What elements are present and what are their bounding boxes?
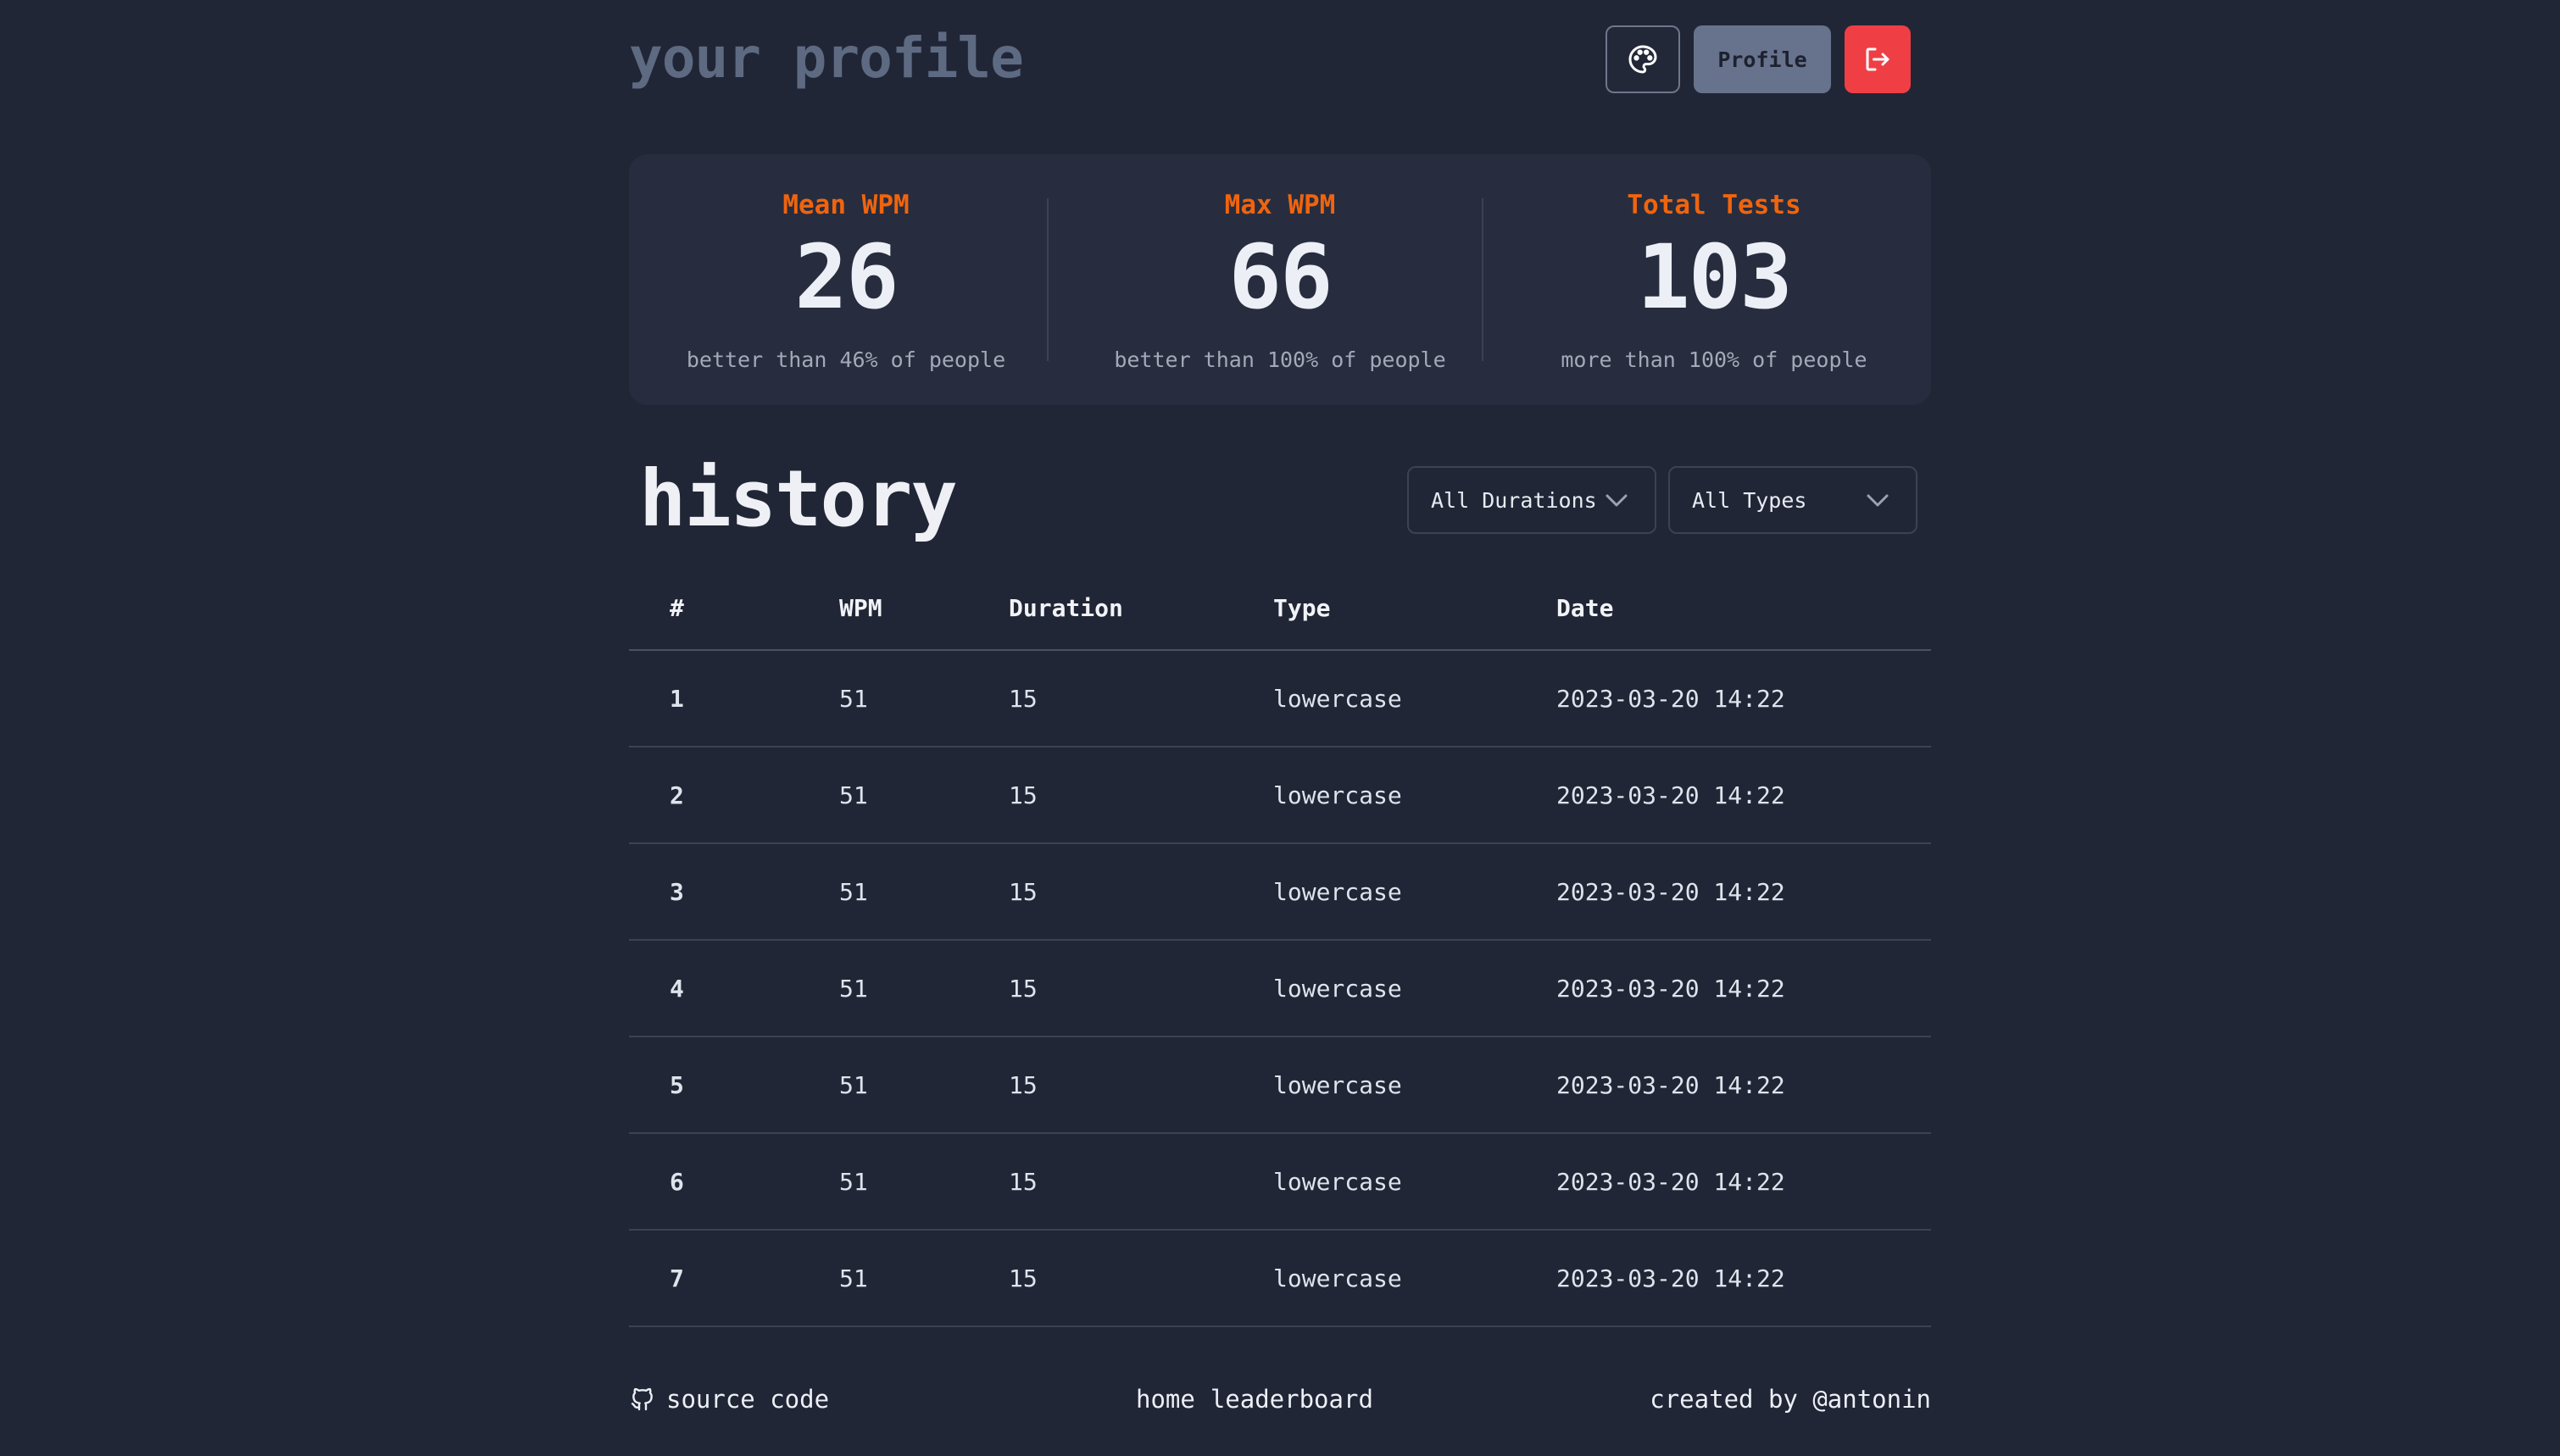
cell-wpm: 51 — [839, 1167, 868, 1196]
cell-date: 2023-03-20 14:22 — [1556, 1167, 1785, 1196]
cell-duration: 15 — [1009, 1070, 1038, 1099]
palette-icon — [1628, 45, 1657, 74]
cell-num: 1 — [670, 684, 684, 713]
cell-duration: 15 — [1009, 974, 1038, 1003]
type-filter-select[interactable]: All Types — [1668, 466, 1917, 534]
stats-card: Mean WPM 26 better than 46% of people Ma… — [629, 154, 1931, 405]
cell-type: lowercase — [1273, 1070, 1402, 1099]
history-table: # WPM Duration Type Date 1 51 15 lowerca… — [629, 566, 1931, 1327]
table-row: 5 51 15 lowercase 2023-03-20 14:22 — [629, 1037, 1931, 1134]
cell-duration: 15 — [1009, 1264, 1038, 1292]
stat-divider — [1047, 198, 1049, 361]
column-header-num: # — [670, 593, 684, 622]
column-header-duration: Duration — [1009, 593, 1123, 622]
cell-num: 2 — [670, 781, 684, 809]
stat-value: 103 — [1637, 225, 1793, 329]
cell-type: lowercase — [1273, 684, 1402, 713]
cell-wpm: 51 — [839, 781, 868, 809]
cell-duration: 15 — [1009, 781, 1038, 809]
nav-home-link[interactable]: home — [1136, 1385, 1195, 1414]
table-row: 7 51 15 lowercase 2023-03-20 14:22 — [629, 1231, 1931, 1327]
stat-value: 66 — [1228, 225, 1333, 329]
table-row: 3 51 15 lowercase 2023-03-20 14:22 — [629, 844, 1931, 941]
cell-wpm: 51 — [839, 974, 868, 1003]
stat-total-tests: Total Tests 103 more than 100% of people — [1497, 154, 1931, 405]
stat-label: Total Tests — [1627, 190, 1801, 220]
cell-duration: 15 — [1009, 877, 1038, 906]
table-body: 1 51 15 lowercase 2023-03-20 14:22 2 51 … — [629, 651, 1931, 1327]
cell-date: 2023-03-20 14:22 — [1556, 781, 1785, 809]
column-header-date: Date — [1556, 593, 1614, 622]
column-header-type: Type — [1273, 593, 1331, 622]
history-title: history — [639, 453, 958, 544]
cell-wpm: 51 — [839, 1264, 868, 1292]
cell-wpm: 51 — [839, 684, 868, 713]
stat-label: Max WPM — [1224, 190, 1336, 220]
table-row: 6 51 15 lowercase 2023-03-20 14:22 — [629, 1134, 1931, 1231]
cell-wpm: 51 — [839, 1070, 868, 1099]
cell-num: 7 — [670, 1264, 684, 1292]
cell-type: lowercase — [1273, 1167, 1402, 1196]
cell-date: 2023-03-20 14:22 — [1556, 877, 1785, 906]
cell-num: 5 — [670, 1070, 684, 1099]
cell-duration: 15 — [1009, 684, 1038, 713]
duration-filter-value: All Durations — [1431, 487, 1597, 513]
footer: source code home leaderboard created by … — [629, 1373, 1931, 1432]
github-icon — [631, 1387, 653, 1411]
header: your profile Profile — [629, 0, 1931, 119]
profile-button[interactable]: Profile — [1694, 25, 1831, 93]
nav-leaderboard-link[interactable]: leaderboard — [1210, 1385, 1373, 1414]
stat-value: 26 — [794, 225, 899, 329]
cell-num: 6 — [670, 1167, 684, 1196]
table-row: 2 51 15 lowercase 2023-03-20 14:22 — [629, 747, 1931, 844]
stat-max-wpm: Max WPM 66 better than 100% of people — [1063, 154, 1497, 405]
cell-date: 2023-03-20 14:22 — [1556, 1070, 1785, 1099]
stat-subtext: more than 100% of people — [1561, 347, 1867, 372]
duration-filter-select[interactable]: All Durations — [1407, 466, 1656, 534]
theme-button[interactable] — [1606, 25, 1680, 93]
chevron-down-icon — [1867, 494, 1889, 507]
cell-type: lowercase — [1273, 877, 1402, 906]
cell-wpm: 51 — [839, 877, 868, 906]
brand-title[interactable]: your profile — [629, 25, 1024, 91]
chevron-down-icon — [1606, 494, 1628, 507]
stat-mean-wpm: Mean WPM 26 better than 46% of people — [629, 154, 1063, 405]
table-row: 1 51 15 lowercase 2023-03-20 14:22 — [629, 651, 1931, 747]
cell-num: 4 — [670, 974, 684, 1003]
page: your profile Profile Mean WPM 26 better … — [629, 0, 1931, 1456]
stat-label: Mean WPM — [782, 190, 910, 220]
footer-nav: home leaderboard — [1136, 1385, 1373, 1414]
cell-num: 3 — [670, 877, 684, 906]
cell-type: lowercase — [1273, 974, 1402, 1003]
logout-button[interactable] — [1845, 25, 1911, 93]
cell-date: 2023-03-20 14:22 — [1556, 1264, 1785, 1292]
logout-icon — [1866, 47, 1889, 71]
cell-date: 2023-03-20 14:22 — [1556, 974, 1785, 1003]
cell-type: lowercase — [1273, 781, 1402, 809]
cell-type: lowercase — [1273, 1264, 1402, 1292]
source-code-label: source code — [666, 1385, 830, 1414]
source-code-link[interactable]: source code — [629, 1385, 829, 1414]
cell-date: 2023-03-20 14:22 — [1556, 684, 1785, 713]
stat-subtext: better than 100% of people — [1114, 347, 1446, 372]
stat-subtext: better than 46% of people — [686, 347, 1006, 372]
table-row: 4 51 15 lowercase 2023-03-20 14:22 — [629, 941, 1931, 1037]
cell-duration: 15 — [1009, 1167, 1038, 1196]
table-header: # WPM Duration Type Date — [629, 566, 1931, 651]
column-header-wpm: WPM — [839, 593, 882, 622]
stat-divider — [1482, 198, 1483, 361]
credit-text[interactable]: created by @antonin — [1650, 1385, 1931, 1414]
type-filter-value: All Types — [1692, 487, 1807, 513]
